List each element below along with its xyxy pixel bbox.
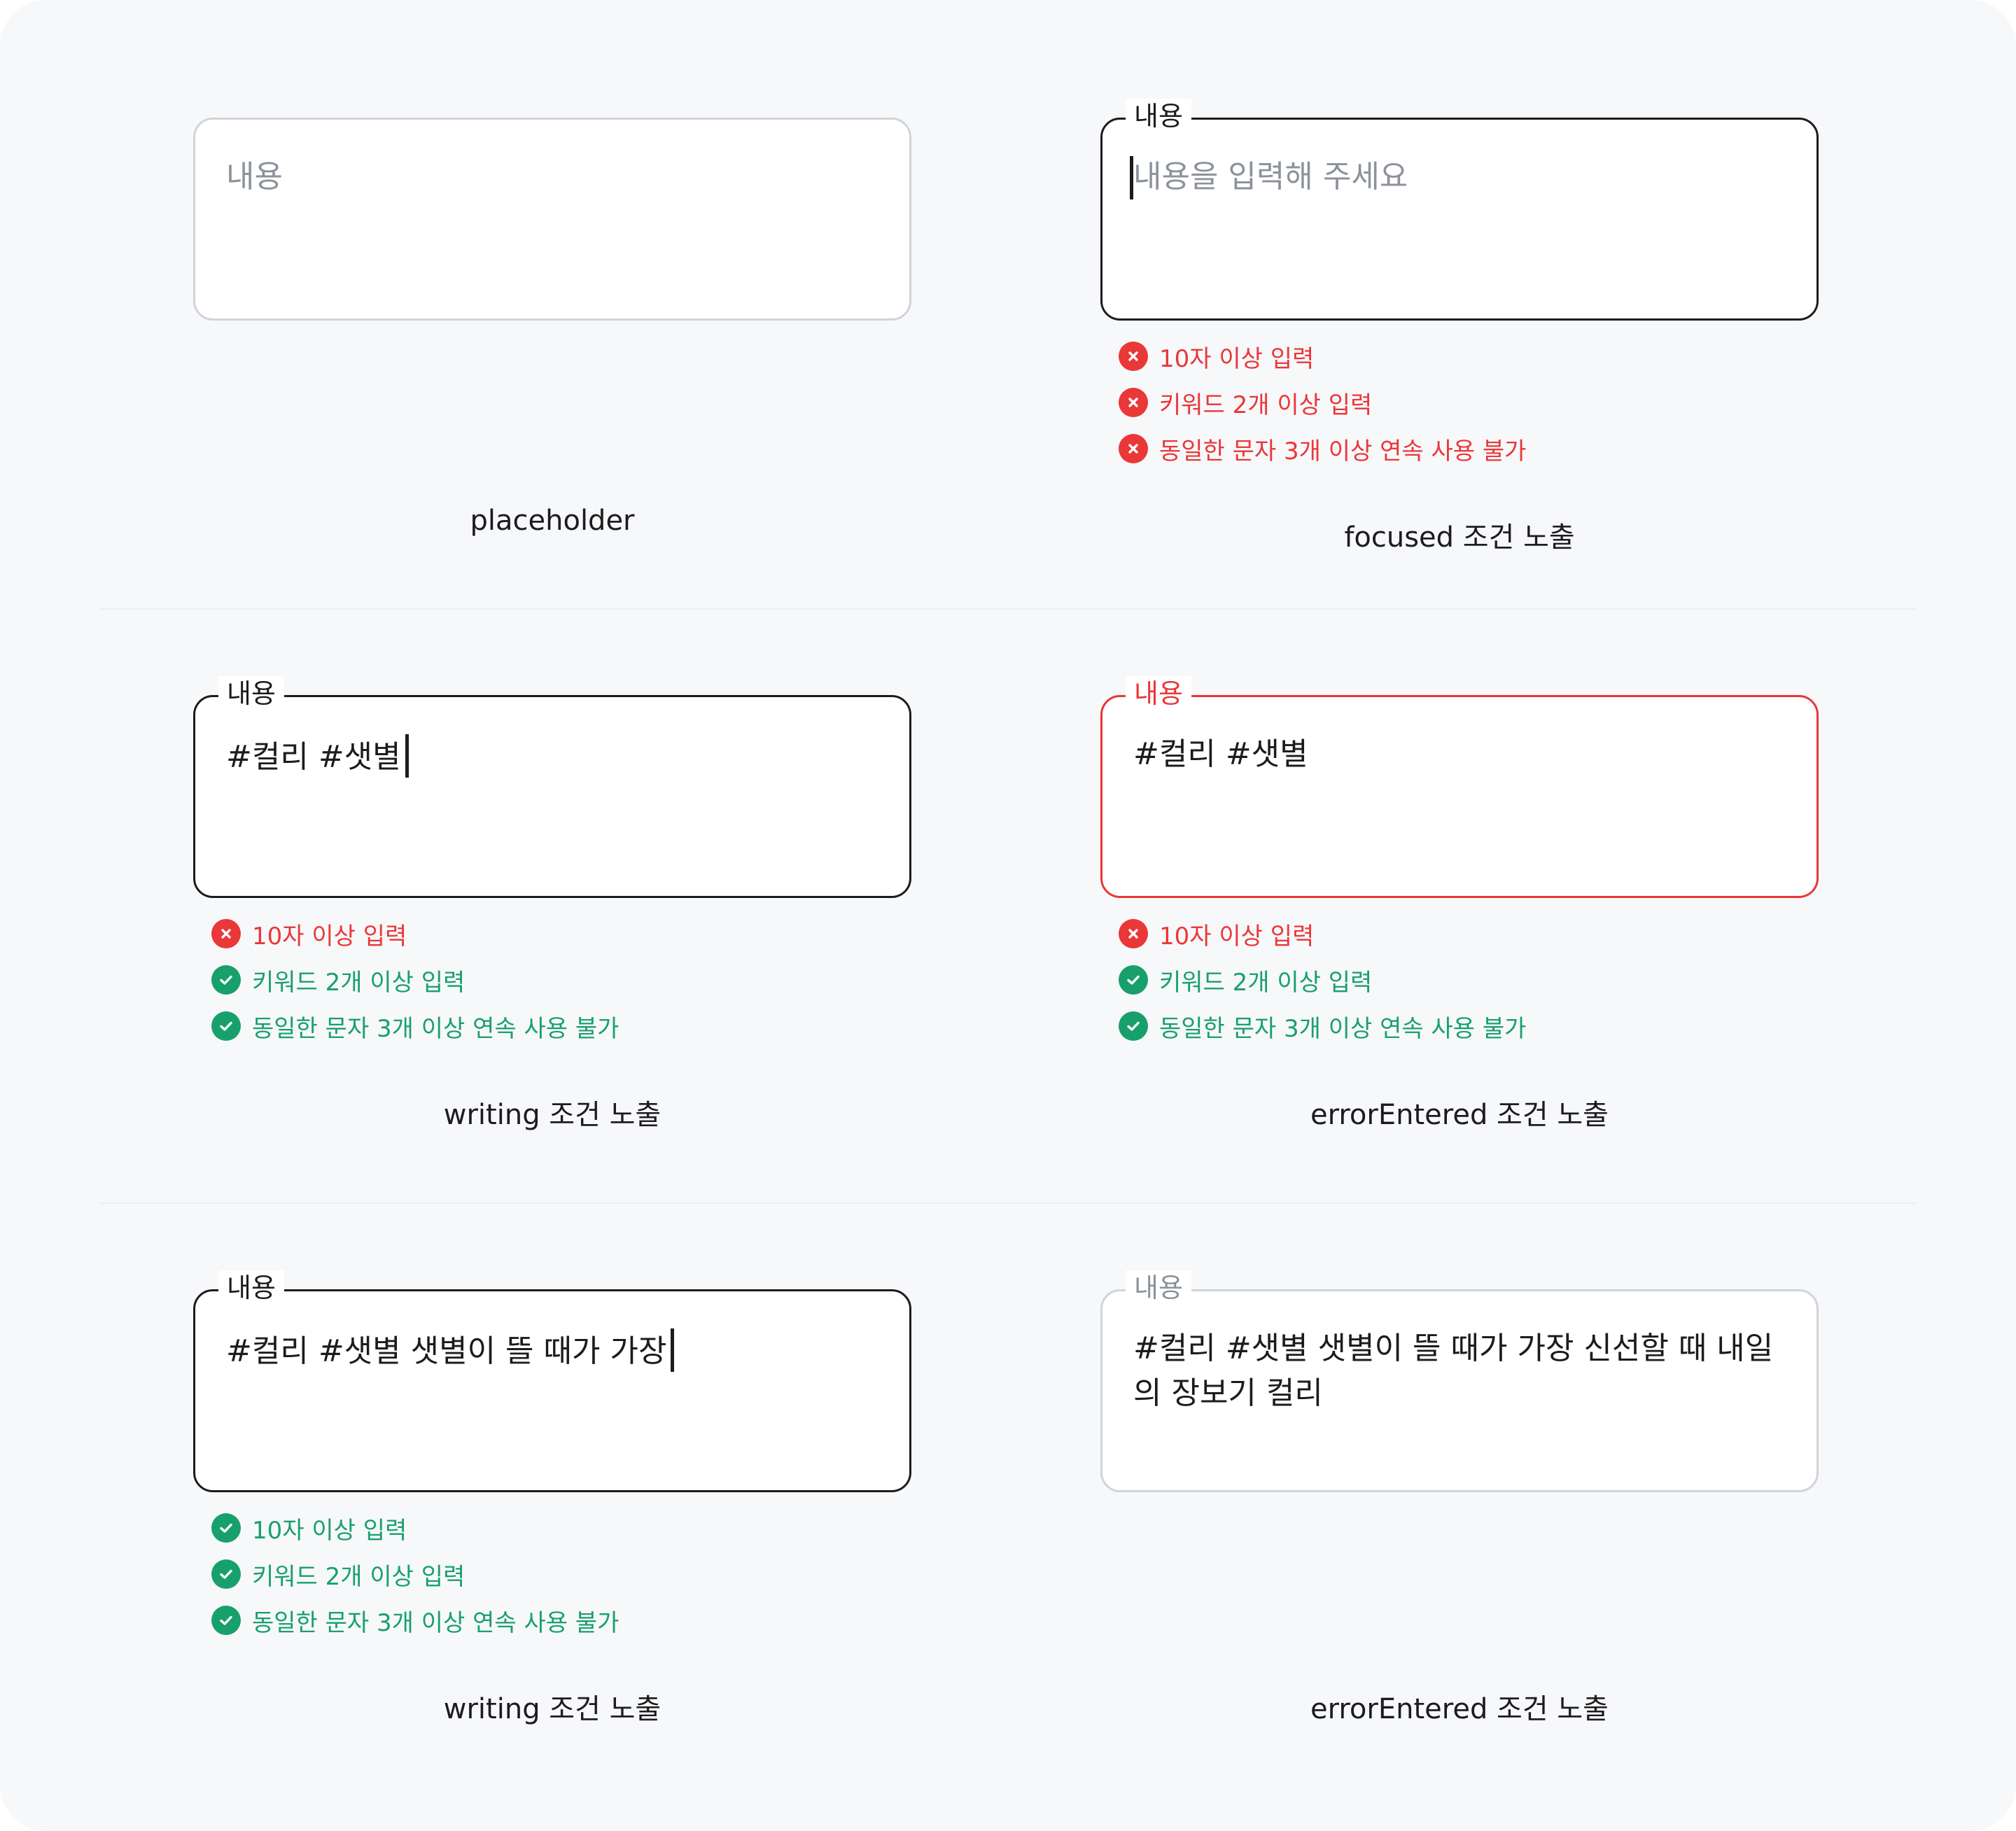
field-label: 내용 xyxy=(1126,99,1191,134)
validation-rule: 키워드 2개 이상 입력 xyxy=(1119,379,1526,426)
row-divider xyxy=(100,1202,1917,1204)
validation-rule-text: 키워드 2개 이상 입력 xyxy=(1159,968,1373,997)
validation-rule: 동일한 문자 3개 이상 연속 사용 불가 xyxy=(1119,426,1526,472)
x-circle-icon xyxy=(1119,388,1148,417)
validation-rule: 동일한 문자 3개 이상 연속 사용 불가 xyxy=(211,1003,619,1049)
check-circle-icon xyxy=(211,965,241,995)
text-caret xyxy=(671,1328,675,1372)
validation-rule-text: 키워드 2개 이상 입력 xyxy=(252,1562,465,1591)
x-circle-icon xyxy=(1119,919,1148,948)
validation-rule-text: 키워드 2개 이상 입력 xyxy=(252,968,465,997)
validation-rule-text: 동일한 문자 3개 이상 연속 사용 불가 xyxy=(1159,1014,1527,1043)
validation-rule-text: 키워드 2개 이상 입력 xyxy=(1159,391,1373,419)
validation-rule-text: 10자 이상 입력 xyxy=(252,922,407,950)
caption-focused: focused 조건 노출 xyxy=(1344,521,1575,554)
validation-rule-text: 10자 이상 입력 xyxy=(1159,344,1315,373)
content-field-placeholder[interactable]: 내용 xyxy=(193,118,911,321)
content-field-placeholder-text: 내용 xyxy=(226,159,283,195)
validation-rule: 10자 이상 입력 xyxy=(1119,333,1526,379)
content-field-writing-long-value: #컬리 #샛별 샛별이 뜰 때가 가장 xyxy=(226,1333,667,1369)
field-label: 내용 xyxy=(1126,1270,1191,1305)
content-field-entered-value: #컬리 #샛별 샛별이 뜰 때가 가장 신선할 때 내일의 장보기 컬리 xyxy=(1133,1331,1774,1411)
validation-rule-text: 10자 이상 입력 xyxy=(1159,922,1315,950)
content-field-writing-long[interactable]: 내용 #컬리 #샛별 샛별이 뜰 때가 가장 xyxy=(193,1270,911,1492)
rules-writing: 10자 이상 입력키워드 2개 이상 입력동일한 문자 3개 이상 연속 사용 … xyxy=(211,911,619,1049)
caption-writing-long: writing 조건 노출 xyxy=(443,1693,662,1725)
validation-rule: 키워드 2개 이상 입력 xyxy=(211,1551,619,1597)
check-circle-icon xyxy=(211,1011,241,1041)
validation-rule: 10자 이상 입력 xyxy=(1119,911,1526,957)
rules-writing-long: 10자 이상 입력키워드 2개 이상 입력동일한 문자 3개 이상 연속 사용 … xyxy=(211,1505,619,1643)
content-field-focused[interactable]: 내용 내용을 입력해 주세요 xyxy=(1100,99,1819,321)
validation-rule-text: 동일한 문자 3개 이상 연속 사용 불가 xyxy=(252,1014,620,1043)
content-field-entered[interactable]: 내용 #컬리 #샛별 샛별이 뜰 때가 가장 신선할 때 내일의 장보기 컬리 xyxy=(1100,1270,1819,1492)
content-field-writing-value: #컬리 #샛별 xyxy=(226,739,401,775)
caption-placeholder: placeholder xyxy=(470,505,635,537)
check-circle-icon xyxy=(211,1513,241,1543)
field-label: 내용 xyxy=(218,1270,284,1305)
x-circle-icon xyxy=(1119,342,1148,371)
validation-rule: 키워드 2개 이상 입력 xyxy=(211,957,619,1003)
validation-rule-text: 10자 이상 입력 xyxy=(252,1516,407,1545)
validation-rule: 10자 이상 입력 xyxy=(211,911,619,957)
caption-writing: writing 조건 노출 xyxy=(443,1099,662,1131)
content-field-error-value: #컬리 #샛별 xyxy=(1133,736,1308,772)
row-divider xyxy=(100,608,1917,610)
spec-board: 내용 placeholder 내용 내용을 입력해 주세요 10자 이상 입력키… xyxy=(0,0,2016,1831)
text-caret xyxy=(405,734,409,778)
content-field-focused-text-wrap: 내용을 입력해 주세요 xyxy=(1130,155,1774,199)
caption-error: errorEntered 조건 노출 xyxy=(1310,1099,1609,1131)
check-circle-icon xyxy=(1119,965,1148,995)
validation-rule-text: 동일한 문자 3개 이상 연속 사용 불가 xyxy=(1159,437,1527,465)
check-circle-icon xyxy=(211,1606,241,1635)
rules-focused: 10자 이상 입력키워드 2개 이상 입력동일한 문자 3개 이상 연속 사용 … xyxy=(1119,333,1526,472)
x-circle-icon xyxy=(211,919,241,948)
content-field-writing-text-wrap: #컬리 #샛별 xyxy=(226,734,867,780)
content-field-focused-placeholder: 내용을 입력해 주세요 xyxy=(1133,159,1408,195)
content-field-writing-long-text-wrap: #컬리 #샛별 샛별이 뜰 때가 가장 xyxy=(226,1328,867,1375)
check-circle-icon xyxy=(1119,1011,1148,1041)
x-circle-icon xyxy=(1119,434,1148,463)
validation-rule: 동일한 문자 3개 이상 연속 사용 불가 xyxy=(211,1597,619,1643)
caption-entered: errorEntered 조건 노출 xyxy=(1310,1693,1609,1725)
content-field-error[interactable]: 내용 #컬리 #샛별 xyxy=(1100,676,1819,898)
field-label: 내용 xyxy=(1126,676,1191,711)
validation-rule: 키워드 2개 이상 입력 xyxy=(1119,957,1526,1003)
validation-rule-text: 동일한 문자 3개 이상 연속 사용 불가 xyxy=(252,1608,620,1637)
text-caret xyxy=(1130,156,1133,199)
content-field-writing[interactable]: 내용 #컬리 #샛별 xyxy=(193,676,911,898)
rules-error: 10자 이상 입력키워드 2개 이상 입력동일한 문자 3개 이상 연속 사용 … xyxy=(1119,911,1526,1049)
validation-rule: 동일한 문자 3개 이상 연속 사용 불가 xyxy=(1119,1003,1526,1049)
field-label: 내용 xyxy=(218,676,284,711)
validation-rule: 10자 이상 입력 xyxy=(211,1505,619,1551)
check-circle-icon xyxy=(211,1559,241,1589)
